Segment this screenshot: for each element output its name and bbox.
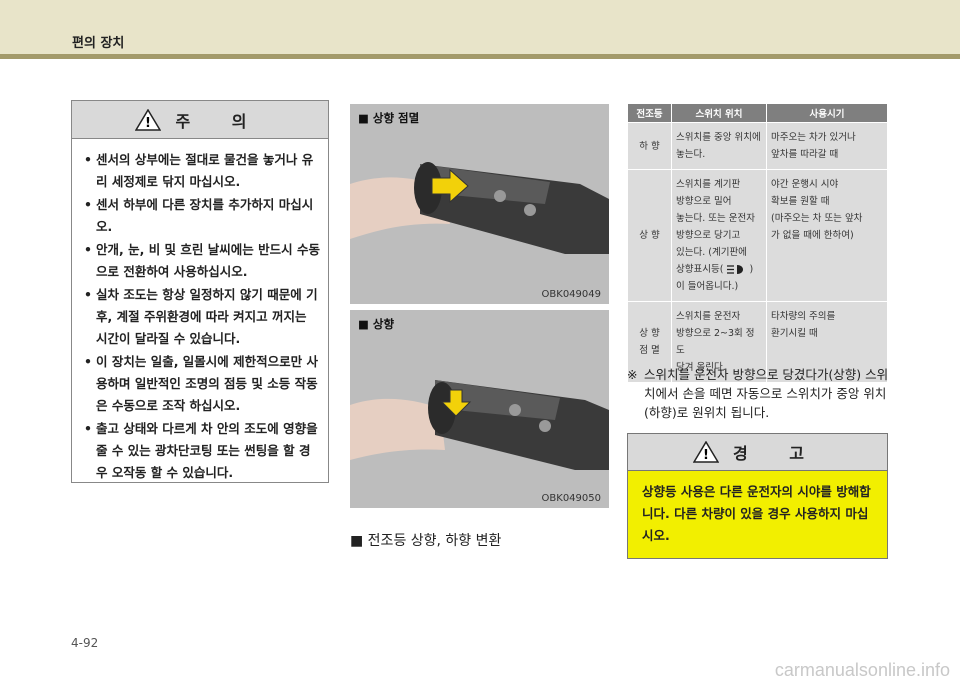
table-cell-mode: 상 향 — [627, 169, 672, 302]
cell-line: 야간 운행시 시야 — [771, 179, 839, 190]
note-text: 스위치를 운전자 방향으로 당겼다가(상향) 스위치에서 손을 떼면 자동으로 … — [644, 367, 889, 420]
caution-list: 센서의 상부에는 절대로 물건을 놓거나 유리 세정제로 닦지 마십시오. 센서… — [72, 139, 328, 484]
svg-text:!: ! — [703, 448, 709, 463]
photo-title: ■ 상향 — [358, 317, 395, 331]
high-beam-indicator-icon — [727, 265, 744, 274]
stalk-illustration — [350, 104, 609, 304]
photo-code: OBK049049 — [541, 289, 601, 300]
cell-line: 마주오는 차가 있거나 — [771, 132, 856, 143]
warning-triangle-icon: ! — [135, 108, 162, 131]
cell-line: 놓는다. — [676, 149, 706, 160]
caution-item: 센서 하부에 다른 장치를 추가하지 마십시오. — [84, 194, 320, 238]
headlamp-table: 전조등 스위치 위치 사용시기 하 향 스위치를 중앙 위치에 놓는다. 마주오… — [627, 103, 888, 383]
cell-line: 확보를 원할 때 — [771, 196, 830, 207]
svg-text:!: ! — [146, 116, 152, 131]
section-title: 편의 장치 — [72, 36, 125, 51]
header-divider — [0, 54, 960, 59]
caution-item: 센서의 상부에는 절대로 물건을 놓거나 유리 세정제로 닦지 마십시오. — [84, 149, 320, 193]
table-row: 하 향 스위치를 중앙 위치에 놓는다. 마주오는 차가 있거나 앞차를 따라갈… — [627, 122, 888, 170]
cell-line: 방향으로 당기고 — [676, 230, 741, 241]
caution-item: 이 장치는 일출, 일몰시에 제한적으로만 사용하며 일반적인 조명의 점등 및… — [84, 351, 320, 417]
photo-code: OBK049050 — [541, 493, 601, 504]
caution-item: 실차 조도는 항상 일정하지 않기 때문에 기후, 계절 주위환경에 따라 켜지… — [84, 284, 320, 350]
column-header: 전조등 — [627, 103, 672, 123]
warning-title: 경 고 — [732, 444, 822, 463]
warning-text: 상향등 사용은 다른 운전자의 시야를 방해합니다. 다른 차량이 있을 경우 … — [642, 484, 871, 543]
photo-high-beam: ■ 상향 OBK049050 — [350, 310, 609, 508]
cell-line: 타차량의 주의를 — [771, 311, 836, 322]
table-cell-mode: 하 향 — [627, 122, 672, 170]
column-header: 사용시기 — [766, 103, 888, 123]
cell-line: 스위치를 중앙 위치에 — [676, 132, 761, 143]
cell-text: 상향표시등( — [676, 264, 724, 275]
cell-line: 있는다. (계기판에 — [676, 247, 747, 258]
cell-line: (마주오는 차 또는 앞차 — [771, 213, 863, 224]
cell-line: 환기시킬 때 — [771, 328, 818, 339]
cell-line: 놓는다. 또는 운전자 — [676, 213, 755, 224]
page-number: 4-92 — [71, 636, 99, 650]
cell-line: 상 향 — [639, 328, 660, 339]
table-row: 상 향 스위치를 계기판 방향으로 밀어 놓는다. 또는 운전자 방향으로 당기… — [627, 169, 888, 302]
figure-caption: ■ 전조등 상향, 하향 변환 — [350, 533, 502, 549]
cell-line: 점 멸 — [639, 345, 660, 356]
cell-text: ) — [749, 264, 754, 275]
caution-title: 주 의 — [175, 111, 265, 131]
page-header — [0, 0, 960, 58]
cell-line: 방향으로 2~3회 정도 — [676, 328, 755, 356]
caution-box: ! 주 의 센서의 상부에는 절대로 물건을 놓거나 유리 세정제로 닦지 마십… — [71, 100, 329, 483]
caution-item: 출고 상태와 다르게 차 안의 조도에 영향을 줄 수 있는 광차단코팅 또는 … — [84, 418, 320, 484]
cell-line: 이 들어옵니다.) — [676, 281, 739, 292]
caution-header: ! 주 의 — [72, 101, 328, 139]
cell-line: 가 없을 때에 한하여) — [771, 230, 854, 241]
warning-box: ! 경 고 상향등 사용은 다른 운전자의 시야를 방해합니다. 다른 차량이 … — [627, 433, 888, 559]
cell-line: 상향표시등( ) — [676, 261, 762, 278]
column-header: 스위치 위치 — [671, 103, 767, 123]
warning-triangle-icon: ! — [692, 441, 719, 463]
table-cell-usage: 마주오는 차가 있거나 앞차를 따라갈 때 — [766, 122, 888, 170]
table-cell-position: 스위치를 계기판 방향으로 밀어 놓는다. 또는 운전자 방향으로 당기고 있는… — [671, 169, 767, 302]
cell-line: 방향으로 밀어 — [676, 196, 732, 207]
note-mark: ※ — [627, 367, 638, 382]
photo-flash-to-pass: ■ 상향 점멸 OBK049049 — [350, 104, 609, 304]
table-header-row: 전조등 스위치 위치 사용시기 — [627, 103, 888, 123]
table-cell-position: 스위치를 중앙 위치에 놓는다. — [671, 122, 767, 170]
caution-item: 안개, 눈, 비 및 흐린 날씨에는 반드시 수동으로 전환하여 사용하십시오. — [84, 239, 320, 283]
cell-line: 스위치를 운전자 — [676, 311, 741, 322]
cell-line: 앞차를 따라갈 때 — [771, 149, 839, 160]
table-cell-usage: 야간 운행시 시야 확보를 원할 때 (마주오는 차 또는 앞차 가 없을 때에… — [766, 169, 888, 302]
stalk-illustration — [350, 310, 609, 508]
photo-title: ■ 상향 점멸 — [358, 111, 420, 125]
watermark: carmanualsonline.info — [774, 660, 950, 680]
warning-header: ! 경 고 — [628, 434, 887, 471]
note: ※ 스위치를 운전자 방향으로 당겼다가(상향) 스위치에서 손을 떼면 자동으… — [627, 365, 889, 422]
cell-line: 스위치를 계기판 — [676, 179, 741, 190]
